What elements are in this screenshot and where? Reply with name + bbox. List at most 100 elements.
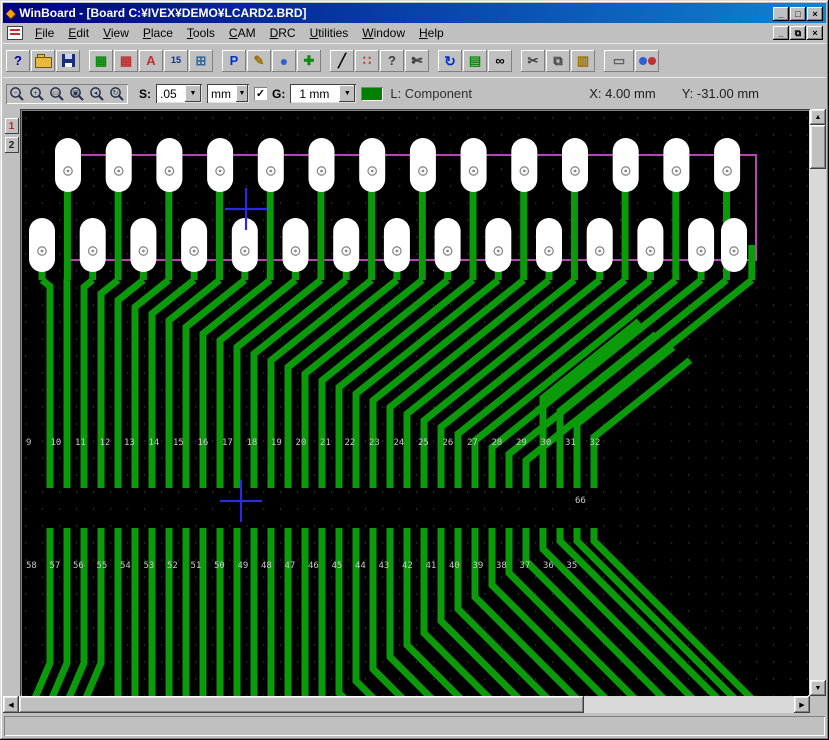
vertical-scrollbar[interactable]: ▲ ▼ xyxy=(810,109,826,696)
svg-text:49: 49 xyxy=(238,561,249,571)
units-select[interactable]: mm ▼ xyxy=(207,84,249,103)
svg-text:▣: ▣ xyxy=(72,90,79,97)
layer-button-1[interactable]: 1 xyxy=(5,118,19,134)
scroll-right-button[interactable]: ▶ xyxy=(794,696,810,713)
netlist-button[interactable]: ∷ xyxy=(355,50,379,72)
menu-tools[interactable]: Tools xyxy=(180,24,222,42)
layer-color-swatch[interactable] xyxy=(361,87,383,101)
grid-size-select[interactable]: 1 mm ▼ xyxy=(290,84,356,103)
copy-button[interactable]: ⧉ xyxy=(546,50,570,72)
dimension-tool-button[interactable]: 15 xyxy=(164,50,188,72)
dropdown-arrow-icon[interactable]: ▼ xyxy=(185,85,201,102)
board-canvas[interactable]: 9101112131415161718192021222324252627282… xyxy=(20,109,810,696)
svg-text:27: 27 xyxy=(467,438,478,448)
report-button[interactable]: ▤ xyxy=(463,50,487,72)
grid-dots-red-button[interactable]: ▦ xyxy=(114,50,138,72)
maximize-button[interactable]: □ xyxy=(790,7,806,21)
toolbar-separator xyxy=(322,50,329,72)
place-via-button[interactable]: ✚ xyxy=(297,50,321,72)
menu-utilities[interactable]: Utilities xyxy=(303,24,356,42)
menu-view[interactable]: View xyxy=(96,24,136,42)
world-view-button[interactable]: ● xyxy=(272,50,296,72)
open-file-button[interactable] xyxy=(31,50,55,72)
menu-window[interactable]: Window xyxy=(355,24,412,42)
mdi-minimize-button[interactable]: _ xyxy=(773,26,789,40)
scroll-track[interactable] xyxy=(584,696,794,713)
svg-text:48: 48 xyxy=(261,561,272,571)
menu-edit[interactable]: Edit xyxy=(61,24,96,42)
close-button[interactable]: × xyxy=(807,7,823,21)
zoom-window-button[interactable]: ▭ xyxy=(47,85,67,103)
scroll-up-button[interactable]: ▲ xyxy=(810,109,826,125)
toolbar-separator xyxy=(430,50,437,72)
toolbar-separator xyxy=(214,50,221,72)
zoom-previous-button[interactable]: ◂ xyxy=(87,85,107,103)
zoom-all-button[interactable]: ▣ xyxy=(67,85,87,103)
dropdown-arrow-icon[interactable]: ▼ xyxy=(236,85,248,102)
redraw-button[interactable]: ↻ xyxy=(107,85,127,103)
view-filter-button[interactable]: ∞ xyxy=(488,50,512,72)
svg-text:10: 10 xyxy=(51,438,62,448)
dropdown-arrow-icon[interactable]: ▼ xyxy=(339,85,355,102)
mdi-close-button[interactable]: × xyxy=(807,26,823,40)
svg-text:9: 9 xyxy=(26,438,31,448)
save-button[interactable] xyxy=(56,50,80,72)
zoom-out-button[interactable]: − xyxy=(7,85,27,103)
pcb-drawing[interactable]: 9101112131415161718192021222324252627282… xyxy=(22,111,808,696)
mdi-restore-button[interactable]: ⧉ xyxy=(790,26,806,40)
menu-help[interactable]: Help xyxy=(412,24,451,42)
scroll-track[interactable] xyxy=(810,169,826,680)
menu-drc[interactable]: DRC xyxy=(263,24,303,42)
paste-button[interactable]: ▥ xyxy=(571,50,595,72)
help-button[interactable]: ? xyxy=(6,50,30,72)
svg-text:43: 43 xyxy=(379,561,390,571)
grid-size-value: 1 mm xyxy=(290,87,338,101)
svg-text:51: 51 xyxy=(191,561,202,571)
svg-text:66: 66 xyxy=(575,496,586,506)
zoom-in-button[interactable]: + xyxy=(27,85,47,103)
route-track-button[interactable]: ╱ xyxy=(330,50,354,72)
svg-text:25: 25 xyxy=(418,438,429,448)
svg-text:+: + xyxy=(33,90,37,97)
vertical-scroll-thumb[interactable] xyxy=(810,125,826,169)
cut-button[interactable]: ✂ xyxy=(521,50,545,72)
scroll-left-button[interactable]: ◀ xyxy=(3,696,19,713)
workarea: 12 9101112131415161718192021222324252627… xyxy=(3,109,826,696)
grid-dots-green-button[interactable]: ▦ xyxy=(89,50,113,72)
edit-pencil-button[interactable]: ✎ xyxy=(247,50,271,72)
snap-size-select[interactable]: .05 ▼ xyxy=(156,84,202,103)
toolbar-separator xyxy=(513,50,520,72)
scroll-down-button[interactable]: ▼ xyxy=(810,680,826,696)
magnifier-icon: ↻ xyxy=(109,86,125,102)
units-value: mm xyxy=(207,87,235,101)
titlebar: ◆ WinBoard - [Board C:¥IVEX¥DEMO¥LCARD2.… xyxy=(3,3,826,23)
active-layer-label: L: Component xyxy=(390,86,472,101)
svg-text:44: 44 xyxy=(355,561,366,571)
horizontal-scroll-thumb[interactable] xyxy=(19,696,584,713)
trim-tool-button[interactable]: ✄ xyxy=(405,50,429,72)
snap-grid-button[interactable]: ⊞ xyxy=(189,50,213,72)
statusbar xyxy=(3,713,826,737)
svg-text:30: 30 xyxy=(541,438,552,448)
properties-button[interactable]: P xyxy=(222,50,246,72)
grid-visible-checkbox[interactable]: ✓ xyxy=(254,87,267,100)
text-tool-button[interactable]: A xyxy=(139,50,163,72)
board-document-icon[interactable] xyxy=(7,26,23,40)
minimize-button[interactable]: _ xyxy=(773,7,789,21)
panel-toggle-button[interactable]: ▭ xyxy=(604,50,634,72)
layer-button-2[interactable]: 2 xyxy=(5,137,19,153)
svg-text:58: 58 xyxy=(26,561,37,571)
update-button[interactable]: ↻ xyxy=(438,50,462,72)
mdi-window-controls: _⧉× xyxy=(772,26,823,40)
menu-file[interactable]: File xyxy=(28,24,61,42)
y-readout: Y: -31.00 mm xyxy=(682,86,759,101)
horizontal-scrollbar[interactable]: ◀ ▶ xyxy=(3,696,826,713)
svg-text:32: 32 xyxy=(590,438,601,448)
colors-button[interactable] xyxy=(635,50,659,72)
menu-place[interactable]: Place xyxy=(136,24,180,42)
query-button[interactable]: ? xyxy=(380,50,404,72)
menu-cam[interactable]: CAM xyxy=(222,24,263,42)
svg-text:15: 15 xyxy=(173,438,184,448)
svg-text:22: 22 xyxy=(345,438,356,448)
snap-size-value: .05 xyxy=(156,87,184,101)
